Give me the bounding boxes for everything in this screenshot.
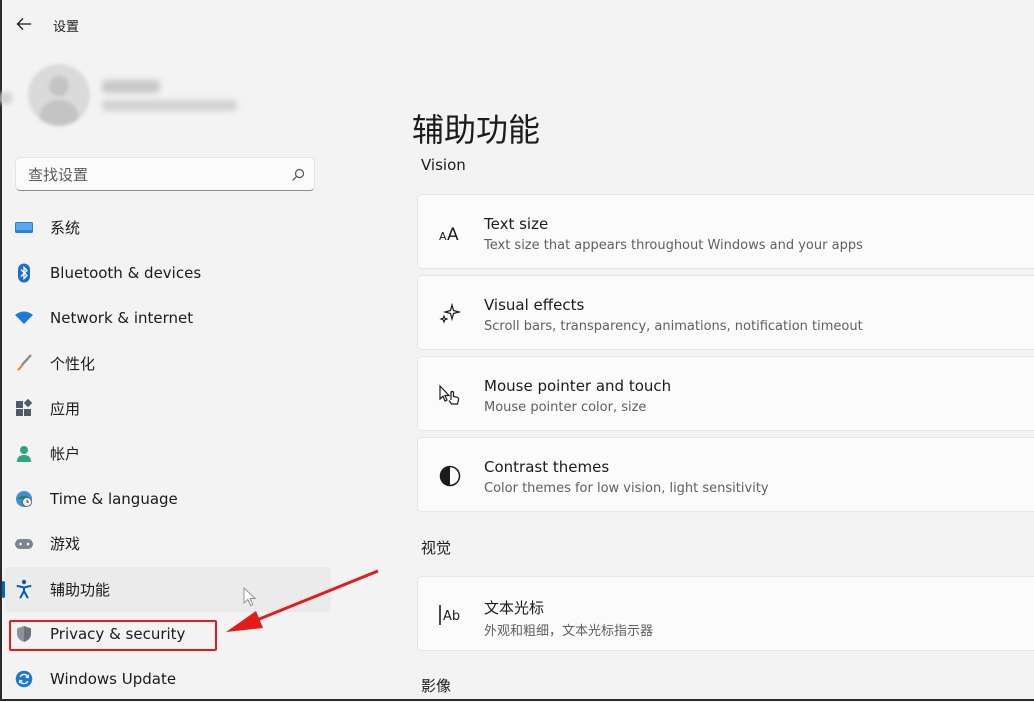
title-bar: 设置 [0,0,1034,50]
sidebar-item-system[interactable]: 系统 [5,205,331,250]
search-box[interactable] [15,157,315,191]
sidebar-item-network[interactable]: Network & internet [5,295,331,340]
pointer-touch-icon [438,383,462,407]
card-title: Mouse pointer and touch [484,377,672,395]
bluetooth-icon [14,263,34,283]
text-cursor-icon: Ab [438,603,462,627]
sidebar-item-label: 帐户 [50,445,81,464]
wifi-icon [14,308,34,328]
sidebar-item-personalization[interactable]: 个性化 [5,341,331,386]
card-title: Visual effects [484,296,585,314]
user-name-redacted [102,80,160,93]
account-icon [14,444,34,464]
brush-icon [14,353,34,373]
setting-card-text-size[interactable]: AA Text size Text size that appears thro… [417,194,1034,269]
search-icon[interactable] [290,167,306,183]
card-title: Text size [484,215,549,233]
sync-icon [14,669,34,689]
svg-text:A: A [447,225,459,243]
sparkle-icon [438,302,462,326]
sidebar-item-label: 个性化 [50,354,96,373]
text-size-icon: AA [438,221,462,245]
active-indicator [2,580,5,598]
page-title: 辅助功能 [412,111,541,150]
sidebar-item-label: Windows Update [50,670,177,689]
annotation-highlight-box [9,620,217,651]
section-label-imaging: 影像 [421,677,452,695]
card-subtitle: Color themes for low vision, light sensi… [484,481,769,496]
section-label-vision: Vision [421,156,466,174]
profile-edge [0,92,12,104]
sidebar-item-windows-update[interactable]: Windows Update [5,657,331,702]
user-profile[interactable] [0,60,360,140]
card-title: 文本光标 [484,599,545,617]
section-label-visual: 视觉 [421,539,452,557]
card-subtitle: Text size that appears throughout Window… [484,238,863,253]
sidebar-item-label: 系统 [50,219,81,238]
back-button[interactable] [10,10,38,38]
gamepad-icon [14,534,34,554]
search-input[interactable] [26,164,280,186]
card-subtitle: 外观和粗细，文本光标指示器 [484,624,654,639]
sidebar-item-label: 游戏 [50,535,81,554]
setting-card-contrast-themes[interactable]: Contrast themes Color themes for low vis… [417,437,1034,512]
user-email-redacted [102,100,237,111]
card-subtitle: Mouse pointer color, size [484,400,647,415]
card-title: Contrast themes [484,458,610,476]
monitor-icon [14,218,34,238]
sidebar-item-apps[interactable]: 应用 [5,386,331,431]
globe-clock-icon [14,489,34,509]
setting-card-mouse-pointer[interactable]: Mouse pointer and touch Mouse pointer co… [417,356,1034,431]
sidebar-item-label: Network & internet [50,308,194,327]
apps-icon [14,398,34,418]
contrast-icon [438,464,462,488]
sidebar-item-label: Bluetooth & devices [50,263,202,282]
sidebar-item-accessibility[interactable]: 辅助功能 [2,566,331,612]
app-title: 设置 [53,20,80,35]
sidebar-item-label: 辅助功能 [50,580,111,599]
avatar[interactable] [28,64,90,126]
sidebar-item-gaming[interactable]: 游戏 [5,521,331,566]
sidebar-item-label: 应用 [50,399,81,418]
mouse-cursor-icon [243,587,257,607]
sidebar-item-bluetooth[interactable]: Bluetooth & devices [5,250,331,295]
svg-text:A: A [439,230,447,243]
setting-card-visual-effects[interactable]: Visual effects Scroll bars, transparency… [417,275,1034,350]
setting-card-text-cursor[interactable]: Ab 文本光标 外观和粗细，文本光标指示器 [417,576,1034,651]
sidebar-item-accounts[interactable]: 帐户 [5,431,331,476]
svg-text:Ab: Ab [443,609,460,624]
card-subtitle: Scroll bars, transparency, animations, n… [484,319,863,334]
back-arrow-icon [16,18,31,30]
accessibility-icon [14,579,34,599]
sidebar-item-time-language[interactable]: Time & language [5,476,331,521]
sidebar-item-label: Time & language [50,489,178,508]
